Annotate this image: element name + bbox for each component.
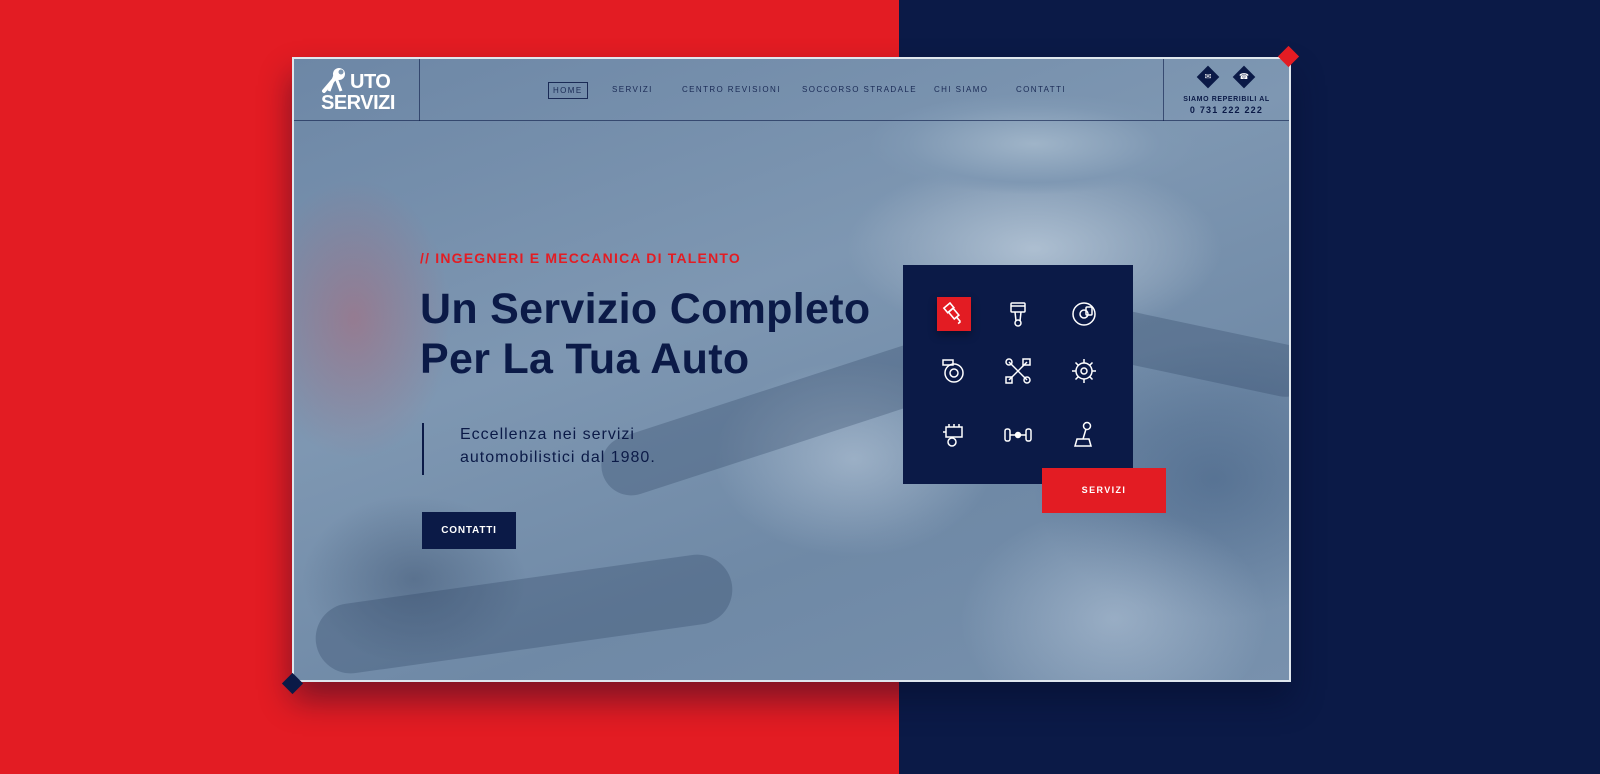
hero-quote: Eccellenza nei servizi automobilistici d…: [422, 423, 712, 475]
spark-plug-icon[interactable]: [937, 297, 971, 331]
engine-hose-decor: [311, 550, 737, 678]
logo-text-top: UTO: [350, 71, 391, 93]
phone-icon[interactable]: ☎: [1232, 65, 1256, 89]
gear-shift-icon[interactable]: [1067, 418, 1101, 452]
contact-info: ✉ ☎ SIAMO REPERIBILI AL 0 731 222 222: [1163, 59, 1289, 121]
nav-item-soccorso-stradale[interactable]: SOCCORSO STRADALE: [802, 85, 917, 94]
nav-item-home[interactable]: HOME: [548, 82, 588, 99]
hero-quote-line-2: automobilistici dal 1980.: [460, 449, 656, 466]
turbo-icon[interactable]: [937, 354, 971, 388]
reach-label: SIAMO REPERIBILI AL: [1183, 96, 1270, 103]
hero-title: Un Servizio Completo Per La Tua Auto: [420, 284, 900, 384]
brake-disc-icon[interactable]: [1067, 297, 1101, 331]
nav-item-centro-revisioni[interactable]: CENTRO REVISIONI: [682, 85, 781, 94]
wrench-icon: [322, 68, 345, 93]
axle-icon[interactable]: [1001, 418, 1035, 452]
hero-title-line-1: Un Servizio Completo: [420, 285, 871, 333]
gear-icon[interactable]: [1067, 354, 1101, 388]
nav-item-contatti[interactable]: CONTATTI: [1016, 85, 1066, 94]
services-icon-panel: [903, 265, 1133, 484]
mail-icon[interactable]: ✉: [1196, 65, 1220, 89]
phone-number[interactable]: 0 731 222 222: [1164, 105, 1289, 115]
engine-icon[interactable]: [937, 418, 971, 452]
servizi-button[interactable]: SERVIZI: [1042, 468, 1166, 513]
wrench-piston-icon[interactable]: [1001, 354, 1035, 388]
website-preview-card: UTO SERVIZI HOME SERVIZI CENTRO REVISION…: [292, 57, 1291, 682]
nav-item-chi-siamo[interactable]: CHI SIAMO: [934, 85, 988, 94]
nav-item-servizi[interactable]: SERVIZI: [612, 85, 653, 94]
logo-text-bottom: SERVIZI: [321, 92, 395, 114]
piston-icon[interactable]: [1001, 297, 1035, 331]
hero-eyebrow: // INGEGNERI E MECCANICA DI TALENTO: [420, 250, 741, 266]
contatti-button[interactable]: CONTATTI: [422, 512, 516, 549]
top-navigation: UTO SERVIZI HOME SERVIZI CENTRO REVISION…: [294, 59, 1289, 121]
hero-quote-line-1: Eccellenza nei servizi: [460, 426, 635, 443]
hero-title-line-2: Per La Tua Auto: [420, 335, 750, 383]
logo[interactable]: UTO SERVIZI: [294, 59, 420, 121]
